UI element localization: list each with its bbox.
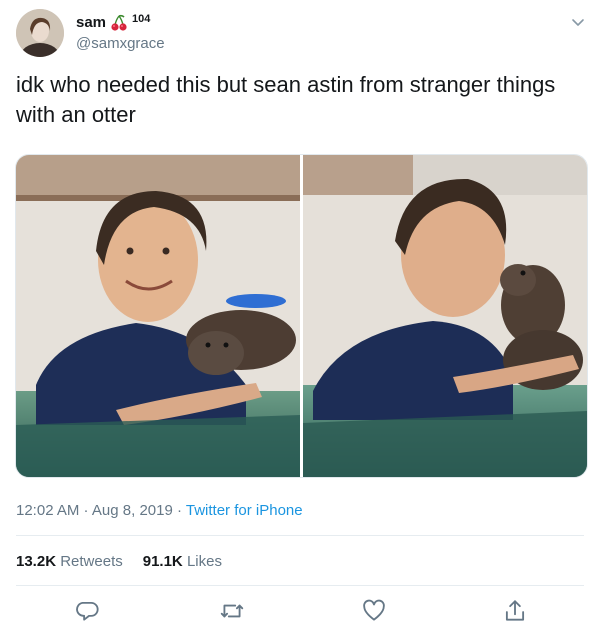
avatar-image [16,9,64,57]
action-bar [0,598,600,624]
retweets-stat[interactable]: 13.2K Retweets [16,553,123,570]
reply-icon[interactable] [76,598,102,624]
avatar[interactable] [16,9,64,57]
author-badge-number: 104 [132,13,151,25]
author-display-name[interactable]: sam [76,14,106,32]
author-name-row: sam 104 [76,12,150,32]
tweet-stats: 13.2K Retweets 91.1K Likes [16,553,222,570]
tweet-media [15,154,588,478]
likes-stat[interactable]: 91.1K Likes [143,553,222,570]
like-icon[interactable] [361,598,387,624]
tweet-time[interactable]: 12:02 AM [16,502,79,519]
tweet-photo-1[interactable] [16,155,300,477]
tweet-text: idk who needed this but sean astin from … [16,72,556,127]
likes-count: 91.1K [142,553,183,570]
meta-separator: · [172,502,186,519]
author-handle[interactable]: @samxgrace [76,35,165,52]
divider [16,585,584,586]
share-icon[interactable] [502,598,528,624]
tweet-photo-2[interactable] [303,155,587,477]
retweets-label: Retweets [60,553,123,570]
likes-label: Likes [186,553,222,570]
retweets-count: 13.2K [16,553,57,570]
meta-separator: · [79,502,92,519]
retweet-icon[interactable] [219,598,245,624]
tweet-meta: 12:02 AM · Aug 8, 2019 · Twitter for iPh… [16,502,303,519]
tweet-date[interactable]: Aug 8, 2019 [92,502,173,519]
tweet-source-link[interactable]: Twitter for iPhone [186,502,303,519]
chevron-down-icon[interactable] [570,14,586,30]
cherries-icon [110,14,128,32]
divider [16,535,584,536]
